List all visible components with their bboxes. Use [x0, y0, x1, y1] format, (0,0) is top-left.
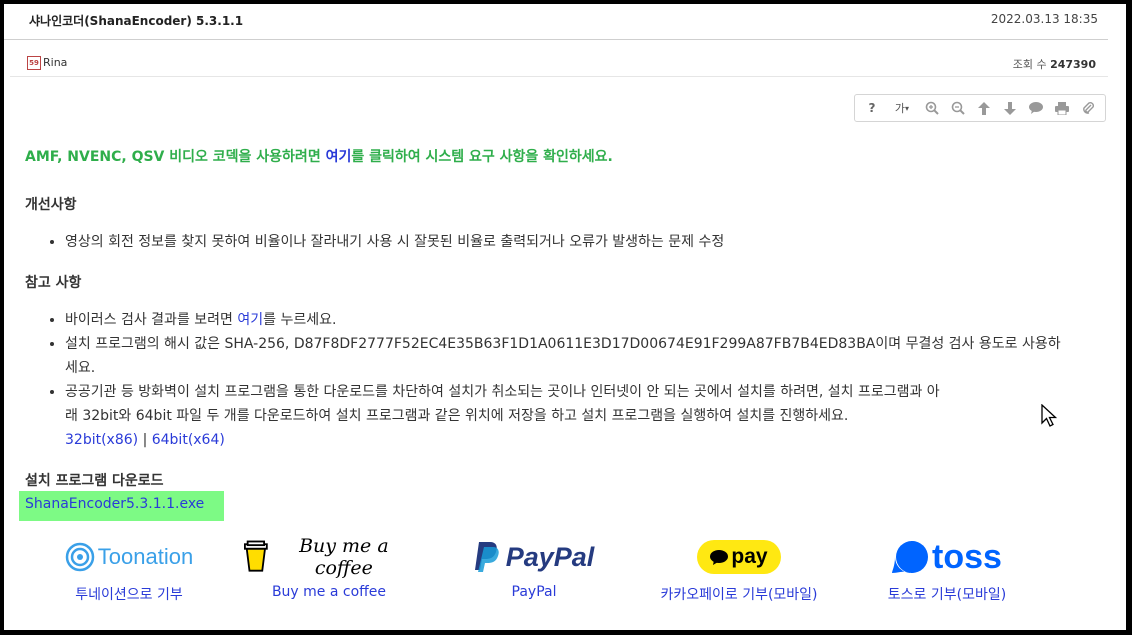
post-meta: 59 Rina 조회 수 247390 — [10, 40, 1108, 77]
post-title: 샤나인코더(ShanaEncoder) 5.3.1.1 — [29, 14, 244, 28]
chat-bubble-icon — [710, 549, 729, 565]
zoom-out-icon[interactable] — [947, 97, 969, 119]
improvements-list: 영상의 회전 정보를 찾지 못하여 비율이나 잘라내기 사용 시 잘못된 비율로… — [45, 230, 724, 254]
attachment-icon[interactable] — [1077, 97, 1099, 119]
toss-link[interactable]: 토스로 기부(모바일) — [872, 584, 1022, 604]
note-2-line-1: 설치 프로그램의 해시 값은 SHA-256, D87F8DF2777F52EC… — [65, 336, 1061, 352]
toss-logo: toss — [872, 534, 1022, 580]
view-count: 조회 수 247390 — [1013, 56, 1096, 72]
download-64bit-link[interactable]: 64bit(x64) — [152, 432, 225, 448]
donation-paypal[interactable]: PayPal PayPal — [459, 534, 609, 600]
author-name[interactable]: Rina — [43, 56, 67, 69]
zoom-in-icon[interactable] — [921, 97, 943, 119]
post-frame: 샤나인코더(ShanaEncoder) 5.3.1.1 2022.03.13 1… — [4, 4, 1126, 630]
link-separator: | — [142, 432, 148, 448]
font-size-button[interactable]: 가 ▾ — [887, 97, 917, 119]
codec-notice: AMF, NVENC, QSV 비디오 코덱을 사용하려면 여기를 클릭하여 시… — [25, 146, 613, 166]
note-3-line-1: 공공기관 등 방화벽이 설치 프로그램을 통한 다운로드를 차단하여 설치가 취… — [65, 384, 940, 400]
toss-icon — [892, 541, 929, 573]
notice-text-before: AMF, NVENC, QSV 비디오 코덱을 사용하려면 — [25, 149, 326, 165]
notes-list: 바이러스 검사 결과를 보려면 여기를 누르세요. 설치 프로그램의 해시 값은… — [45, 308, 1105, 452]
note-2-line-2: 세요. — [65, 360, 96, 376]
list-item: 설치 프로그램의 해시 값은 SHA-256, D87F8DF2777F52EC… — [65, 332, 1105, 380]
kakaopay-badge: pay — [697, 540, 781, 574]
toonation-link[interactable]: 투네이션으로 기부 — [54, 584, 204, 604]
arrow-down-icon[interactable] — [999, 97, 1021, 119]
donation-row: Toonation 투네이션으로 기부 Buy me a coffee Buy … — [4, 534, 1104, 614]
download-32bit-link[interactable]: 32bit(x86) — [65, 432, 138, 448]
view-count-value: 247390 — [1050, 58, 1096, 71]
toonation-wordmark: Toonation — [97, 544, 194, 569]
comment-icon[interactable] — [1025, 97, 1047, 119]
note-3-line-2: 래 32bit와 64bit 파일 두 개를 다운로드하여 설치 프로그램과 같… — [65, 408, 849, 424]
toss-wordmark: toss — [932, 538, 1002, 576]
kakaopay-logo: pay — [644, 534, 834, 580]
buymeacoffee-link[interactable]: Buy me a coffee — [244, 584, 414, 600]
arrow-up-icon[interactable] — [973, 97, 995, 119]
notes-heading: 참고 사항 — [25, 275, 82, 291]
print-icon[interactable] — [1051, 97, 1073, 119]
donation-buymeacoffee[interactable]: Buy me a coffee Buy me a coffee — [244, 534, 414, 600]
installer-download-link[interactable]: ShanaEncoder5.3.1.1.exe — [25, 496, 204, 512]
improvements-heading: 개선사항 — [25, 197, 77, 213]
system-requirements-link[interactable]: 여기 — [326, 149, 352, 165]
note-1-after: 를 누르세요. — [263, 312, 337, 328]
donation-toss[interactable]: toss 토스로 기부(모바일) — [872, 534, 1022, 604]
download-heading: 설치 프로그램 다운로드 — [25, 473, 164, 489]
author-avatar-icon: 59 — [27, 56, 41, 70]
donation-kakaopay[interactable]: pay 카카오페이로 기부(모바일) — [644, 534, 834, 604]
paypal-link[interactable]: PayPal — [459, 584, 609, 600]
paypal-logo: PayPal — [459, 534, 609, 580]
kakaopay-link[interactable]: 카카오페이로 기부(모바일) — [644, 584, 834, 604]
post-toolbar: ? 가 ▾ — [854, 94, 1106, 122]
list-item: 공공기관 등 방화벽이 설치 프로그램을 통한 다운로드를 차단하여 설치가 취… — [65, 380, 1105, 452]
post-date: 2022.03.13 18:35 — [990, 12, 1098, 26]
notice-text-after: 를 클릭하여 시스템 요구 사항을 확인하세요. — [351, 149, 613, 165]
post-header: 샤나인코더(ShanaEncoder) 5.3.1.1 2022.03.13 1… — [4, 4, 1108, 40]
list-item: 영상의 회전 정보를 찾지 못하여 비율이나 잘라내기 사용 시 잘못된 비율로… — [65, 230, 724, 254]
toonation-icon — [65, 542, 95, 572]
donation-toonation[interactable]: Toonation 투네이션으로 기부 — [54, 534, 204, 604]
virus-scan-link[interactable]: 여기 — [237, 312, 263, 328]
paypal-wordmark: PayPal — [505, 541, 595, 572]
paypal-icon — [474, 542, 499, 572]
list-item: 바이러스 검사 결과를 보려면 여기를 누르세요. — [65, 308, 1105, 332]
buymeacoffee-wordmark: Buy me a coffee — [299, 535, 389, 579]
mouse-cursor-icon — [1041, 404, 1057, 427]
font-size-label: 가 — [894, 102, 906, 115]
buymeacoffee-logo: Buy me a coffee — [244, 534, 414, 580]
note-1-before: 바이러스 검사 결과를 보려면 — [65, 312, 238, 328]
view-count-label: 조회 수 — [1012, 58, 1047, 71]
help-icon[interactable]: ? — [861, 97, 883, 119]
kakaopay-wordmark: pay — [731, 545, 768, 568]
coffee-cup-icon — [244, 540, 268, 572]
toonation-logo: Toonation — [54, 534, 204, 580]
